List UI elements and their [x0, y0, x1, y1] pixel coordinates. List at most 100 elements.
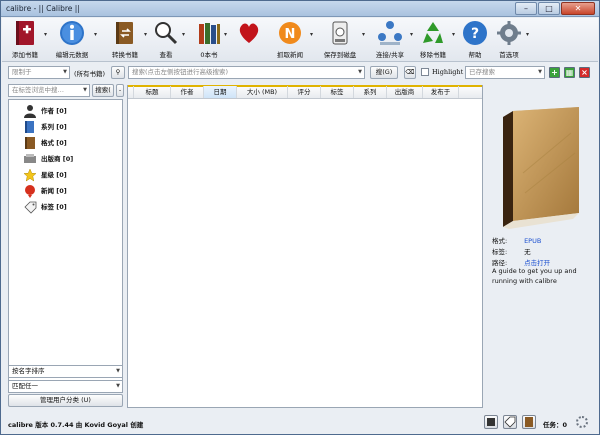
add-books-button[interactable]: 添加书籍 ▾	[8, 19, 47, 61]
recycle-icon	[423, 22, 443, 43]
info-icon	[60, 21, 84, 45]
restrict-to-combo[interactable]: 限制于 ▼	[8, 66, 70, 79]
tag-find-placeholder: 在标签浏览中搜…	[12, 86, 64, 94]
chevron-down-icon[interactable]: ▾	[452, 31, 455, 38]
advanced-search-icon: ⚲	[115, 68, 121, 76]
edit-metadata-button[interactable]: 编辑元数据 ▾	[52, 19, 97, 61]
book-details-pane: 格式: EPUB 标签: 无 路径: 点击打开 A guide to get y…	[487, 85, 595, 408]
detail-key: 标签:	[492, 248, 508, 256]
tag-find-input[interactable]: 在标签浏览中搜… ▼	[8, 84, 90, 97]
chevron-down-icon: ▼	[83, 87, 87, 93]
chevron-down-icon[interactable]: ▾	[526, 31, 529, 38]
sort-by-label: 按名字排序	[12, 367, 45, 375]
column-header-author[interactable]: 作者	[171, 86, 204, 98]
minimize-button[interactable]: –	[515, 2, 537, 15]
saved-search-combo[interactable]: 已存搜索 ▼	[465, 66, 545, 79]
window-title: calibre - || Calibre ||	[6, 4, 80, 13]
tag-item-label: 新闻 [0]	[41, 187, 67, 195]
chevron-down-icon[interactable]: ▾	[94, 31, 97, 38]
close-button[interactable]: ✕	[561, 2, 595, 15]
save-to-disk-button[interactable]: 保存到磁盘 ▾	[320, 19, 365, 61]
title-bar: calibre - || Calibre || – □ ✕	[1, 1, 599, 17]
advanced-search-button[interactable]: ⚲	[111, 66, 125, 79]
chevron-down-icon: ▼	[63, 69, 67, 75]
fetch-news-label: 抓取新闻	[277, 51, 303, 59]
column-header-size[interactable]: 大小 (MB)	[237, 86, 288, 98]
sort-by-combo[interactable]: 按名字排序 ▼	[8, 365, 123, 378]
view-button[interactable]: 查看 ▾	[152, 19, 185, 61]
svg-text:?: ?	[471, 26, 479, 42]
copy-search-button[interactable]: ▦	[564, 67, 575, 78]
chevron-down-icon[interactable]: ▾	[144, 31, 147, 38]
tag-browser-pane: 在标签浏览中搜… ▼ 搜索( - 作者 [0] 系列 [0] 格式 [0] 出版…	[8, 83, 124, 409]
jobs-indicator[interactable]: 任务：0	[543, 419, 567, 429]
manage-user-categories-label: 管理用户分类 (U)	[40, 396, 91, 404]
save-to-disk-label: 保存到磁盘	[323, 51, 357, 59]
tag-collapse-button[interactable]: -	[116, 84, 124, 97]
tag-find-button[interactable]: 搜索(	[92, 84, 114, 97]
maximize-button[interactable]: □	[538, 2, 560, 15]
chevron-down-icon[interactable]: ▾	[362, 31, 365, 38]
svg-text:N: N	[285, 27, 296, 42]
search-button[interactable]: 搜(G)	[370, 66, 398, 79]
search-button-label: 搜(G)	[375, 68, 393, 76]
manage-user-categories-button[interactable]: 管理用户分类 (U)	[8, 394, 123, 407]
convert-books-button[interactable]: 转换书籍 ▾	[108, 19, 147, 61]
column-header-rating[interactable]: 评分	[288, 86, 321, 98]
star-icon	[23, 168, 37, 182]
chevron-down-icon[interactable]: ▾	[44, 31, 47, 38]
book-list-table[interactable]: 标题 作者 日期 大小 (MB) 评分 标签 系列 出版商 发布于	[127, 85, 483, 408]
tag-tree: 作者 [0] 系列 [0] 格式 [0] 出版商 [0] 星级 [0] 新闻 […	[8, 99, 123, 382]
remove-books-button[interactable]: 移除书籍 ▾	[416, 19, 455, 61]
book-details-toggle-button[interactable]	[522, 415, 536, 429]
delete-search-button[interactable]: ×	[579, 67, 590, 78]
highlight-checkbox[interactable]	[421, 68, 429, 76]
status-bar: calibre 版本 0.7.44 由 Kovid Goyal 创建 任务：0	[2, 411, 598, 434]
tag-item-label: 作者 [0]	[41, 107, 67, 115]
tag-icon	[24, 201, 37, 214]
gear-icon	[497, 21, 521, 45]
tag-item-label: 出版商 [0]	[41, 155, 74, 163]
book-description: A guide to get you up and running with c…	[492, 267, 577, 285]
chevron-down-icon[interactable]: ▾	[310, 31, 313, 38]
books-icon	[199, 23, 220, 44]
connect-share-button[interactable]: 连接/共享 ▾	[372, 19, 413, 61]
search-row: 限制于 ▼ (所有书籍) ⚲ 搜索(点击左侧按钮进行高级搜索) ▼ 搜(G) ⌫…	[2, 64, 598, 82]
tag-item-label: 星级 [0]	[41, 171, 67, 179]
save-search-button[interactable]: +	[549, 67, 560, 78]
network-icon	[378, 21, 402, 45]
calibre-window: calibre - || Calibre || – □ ✕ 添加书籍 ▾ 编辑元…	[0, 0, 600, 435]
cover-icon	[487, 418, 495, 426]
clear-search-button[interactable]: ⌫	[404, 66, 416, 79]
fetch-news-button[interactable]: N 抓取新闻 ▾	[272, 19, 313, 61]
help-button[interactable]: ? 帮助	[460, 19, 490, 61]
donate-button[interactable]	[234, 19, 264, 61]
formats-link[interactable]: EPUB	[524, 237, 541, 245]
chevron-down-icon[interactable]: ▾	[224, 31, 227, 38]
detail-value: 无	[524, 248, 531, 256]
column-header-published[interactable]: 发布于	[423, 86, 459, 98]
chevron-down-icon[interactable]: ▾	[410, 31, 413, 38]
window-controls: – □ ✕	[515, 2, 595, 15]
column-header-title[interactable]: 标题	[134, 86, 171, 98]
column-header-series[interactable]: 系列	[354, 86, 387, 98]
column-header-date[interactable]: 日期	[204, 86, 237, 98]
add-book-icon	[16, 21, 34, 45]
chevron-down-icon[interactable]: ▾	[182, 31, 185, 38]
get-books-dropdown[interactable]: ▾	[220, 19, 234, 61]
main-toolbar: 添加书籍 ▾ 编辑元数据 ▾ 转换书籍 ▾ 查看 ▾ 0本书 ▾ N 抓取新闻 …	[2, 18, 598, 62]
tag-item-label: 标签 [0]	[41, 203, 67, 211]
search-input[interactable]: 搜索(点击左侧按钮进行高级搜索) ▼	[128, 66, 365, 79]
convert-books-label: 转换书籍	[112, 51, 138, 59]
tag-browser-toggle-button[interactable]	[503, 415, 517, 429]
column-header-publisher[interactable]: 出版商	[387, 86, 423, 98]
all-books-label: (所有书籍)	[74, 70, 106, 78]
preferences-button[interactable]: 首选项 ▾	[494, 19, 529, 61]
busy-spinner-icon	[576, 416, 588, 428]
chevron-down-icon: ▼	[538, 69, 542, 75]
view-label: 查看	[159, 51, 173, 59]
clear-icon: ⌫	[405, 68, 415, 76]
cover-flow-button[interactable]	[484, 415, 498, 429]
match-combo[interactable]: 匹配任一 ▼	[8, 380, 123, 393]
column-header-tags[interactable]: 标签	[321, 86, 354, 98]
